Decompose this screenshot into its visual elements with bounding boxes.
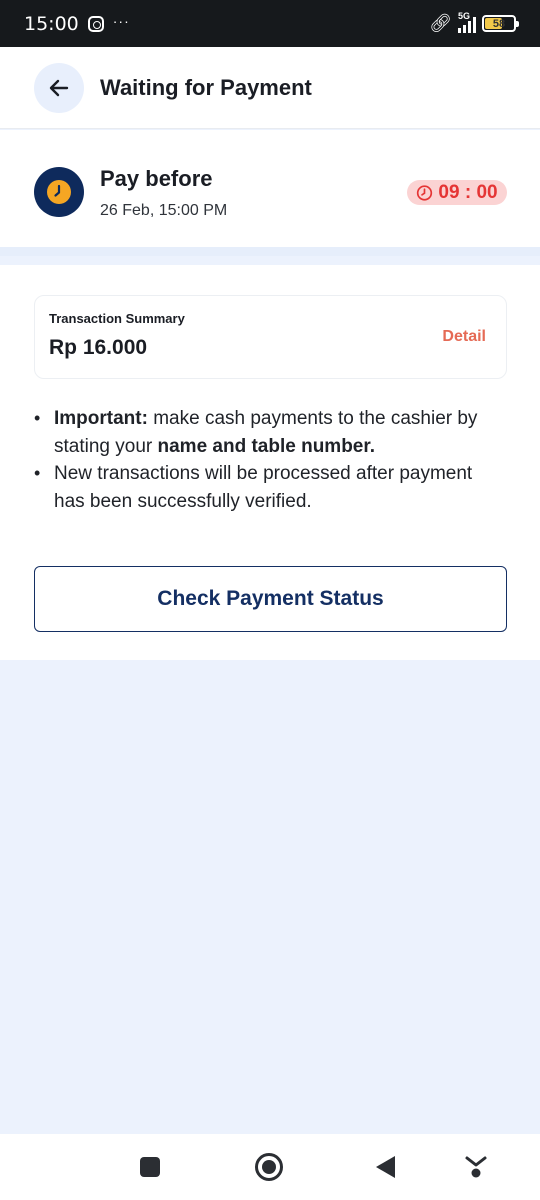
stopwatch-icon [417,185,433,201]
instruction-text: New transactions will be processed after… [54,463,473,512]
payment-deadline-section: Pay before 26 Feb, 15:00 PM 09 : 00 [0,130,540,256]
app-header: Waiting for Payment [0,47,540,129]
clock-badge [34,167,84,217]
more-notifications-icon: ··· [112,12,130,29]
instagram-notification-icon [87,15,104,32]
transaction-amount: Rp 16.000 [49,336,148,359]
pay-before-label: Pay before [100,166,213,191]
system-back-button[interactable] [376,1156,395,1178]
countdown-value: 09 : 00 [438,181,498,203]
important-label: Important: [54,408,148,429]
home-button[interactable] [255,1153,283,1181]
instruction-item: • New transactions will be processed aft… [34,460,504,515]
status-bar-left: 15:00 ··· [24,13,130,35]
battery-level: 58 [492,17,506,30]
network-type-label: 5G [458,10,471,21]
detail-link[interactable]: Detail [442,328,486,346]
countdown-timer: 09 : 00 [407,180,507,205]
hotspot-link-icon: 🔗︎ [429,13,452,34]
status-bar-right: 🔗︎ 5G 58 [429,11,519,34]
bullet-icon: • [34,463,41,483]
status-bar: 15:00 ··· 🔗︎ 5G 58 [0,0,540,47]
instruction-text: Important: make cash payments to the cas… [54,405,504,460]
recent-apps-button[interactable] [140,1157,160,1177]
transaction-summary-card: Transaction Summary Rp 16.000 Detail [34,295,507,379]
accessibility-menu-icon[interactable] [465,1154,487,1180]
arrow-left-icon [49,79,69,96]
payment-deadline-date: 26 Feb, 15:00 PM [100,202,228,219]
signal-bar [468,20,471,33]
signal-bar [473,16,476,33]
payment-instructions: • Important: make cash payments to the c… [34,405,504,515]
check-payment-status-button[interactable]: Check Payment Status [34,566,507,632]
back-button[interactable] [34,62,84,113]
battery-icon: 58 [482,15,519,32]
bullet-icon: • [34,408,41,428]
signal-bar [458,27,461,33]
system-navigation-bar [0,1134,540,1200]
status-time: 15:00 [24,12,79,35]
signal-bar [463,24,466,33]
payment-content: Transaction Summary Rp 16.000 Detail • I… [0,265,540,660]
transaction-summary-label: Transaction Summary [49,311,185,326]
cellular-signal-icon: 5G [458,11,476,33]
clock-icon [47,180,71,204]
page-title: Waiting for Payment [100,74,312,100]
instruction-item: • Important: make cash payments to the c… [34,405,504,460]
instruction-emphasis: name and table number. [157,435,376,457]
